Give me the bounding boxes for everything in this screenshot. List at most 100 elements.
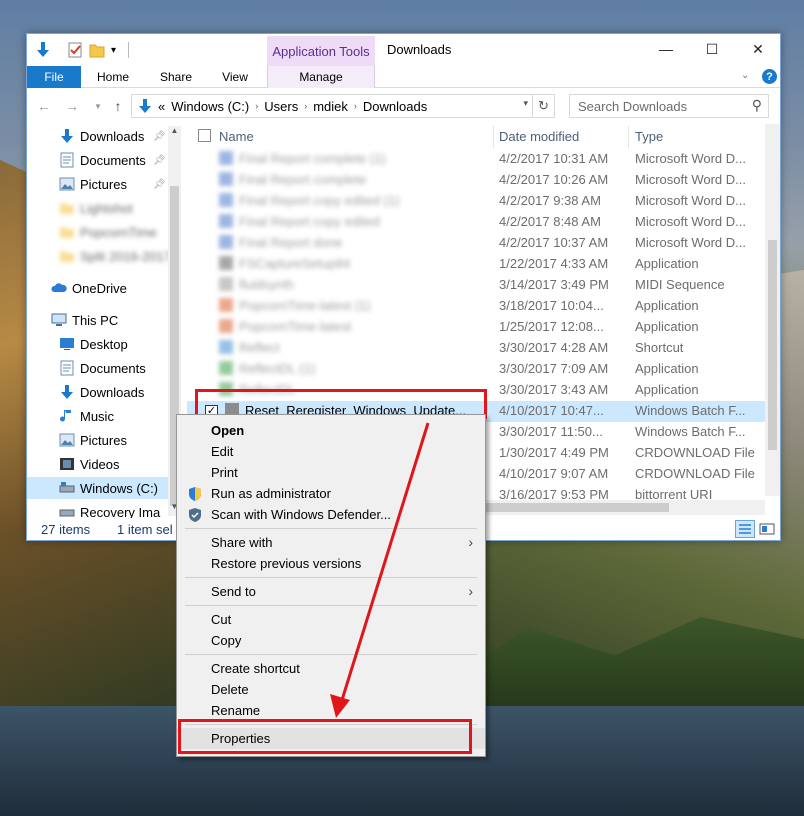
expand-ribbon-icon[interactable]: ⌄ xyxy=(741,70,749,81)
file-icon xyxy=(219,361,233,375)
file-row[interactable]: PopcornTime-latest (1) 3/18/2017 10:04...… xyxy=(187,296,767,317)
file-row[interactable]: ReflectDL (1) 3/30/2017 7:09 AM Applicatio… xyxy=(187,359,767,380)
file-name: Final Report complete xyxy=(219,172,366,187)
downloads-location-icon xyxy=(139,99,151,113)
close-button[interactable]: ✕ xyxy=(735,34,781,64)
customize-toolbar-icon[interactable]: ▾ xyxy=(111,41,116,59)
menu-open[interactable]: Open xyxy=(177,420,485,441)
breadcrumb-separator-icon[interactable]: › xyxy=(304,101,307,111)
breadcrumb-windows-c[interactable]: Windows (C:) xyxy=(171,99,249,114)
menu-copy[interactable]: Copy xyxy=(177,630,485,651)
pin-icon[interactable]: 📌︎ xyxy=(153,155,166,166)
properties-quick-icon[interactable] xyxy=(67,41,83,59)
file-row[interactable]: Reflect 3/30/2017 4:28 AM Shortcut xyxy=(187,338,767,359)
nav-pc-desktop[interactable]: Desktop xyxy=(27,333,181,355)
nav-quick-downloads[interactable]: Downloads 📌︎ xyxy=(27,125,181,147)
address-bar[interactable]: « Windows (C:) › Users › mdiek › Downloa… xyxy=(131,94,555,118)
column-divider[interactable] xyxy=(493,126,494,148)
breadcrumb-separator-icon[interactable]: › xyxy=(255,101,258,111)
column-header-date[interactable]: Date modified xyxy=(499,124,579,148)
search-input[interactable]: Search Downloads ⚲ xyxy=(569,94,769,118)
file-list-scrollbar[interactable] xyxy=(765,124,780,496)
nav-pc-windows-c[interactable]: Windows (C:) xyxy=(27,477,181,499)
tab-manage[interactable]: Manage xyxy=(267,66,375,88)
pin-icon[interactable]: 📌︎ xyxy=(153,179,166,190)
new-folder-quick-icon[interactable] xyxy=(89,41,105,59)
details-view-icon[interactable] xyxy=(735,520,755,538)
nav-quick-documents[interactable]: Documents 📌︎ xyxy=(27,149,181,171)
nav-pc-recovery[interactable]: Recovery Ima xyxy=(27,501,181,518)
pin-icon[interactable]: 📌︎ xyxy=(153,131,166,142)
address-dropdown-icon[interactable]: ▾ xyxy=(523,98,528,109)
file-type: Application xyxy=(635,298,699,313)
search-icon[interactable]: ⚲ xyxy=(752,97,762,114)
nav-pc-pictures[interactable]: Pictures xyxy=(27,429,181,451)
menu-create-shortcut[interactable]: Create shortcut xyxy=(177,658,485,679)
menu-send-to[interactable]: Send to › xyxy=(177,581,485,602)
nav-pc-music[interactable]: Music xyxy=(27,405,181,427)
help-icon[interactable]: ? xyxy=(762,69,777,84)
scroll-up-icon[interactable]: ▲ xyxy=(168,126,181,140)
menu-run-as-admin[interactable]: Run as administrator xyxy=(177,483,485,504)
back-arrow-icon[interactable]: ← xyxy=(35,96,53,116)
menu-edit[interactable]: Edit xyxy=(177,441,485,462)
breadcrumb-separator-icon[interactable]: › xyxy=(354,101,357,111)
file-row[interactable]: Final Report complete (1) 4/2/2017 10:31 … xyxy=(187,149,767,170)
nav-label: Videos xyxy=(80,456,120,472)
tab-home[interactable]: Home xyxy=(85,66,141,88)
nav-onedrive[interactable]: OneDrive xyxy=(27,277,181,299)
nav-quick-pictures[interactable]: Pictures 📌︎ xyxy=(27,173,181,195)
file-row[interactable]: fluidsynth 3/14/2017 3:49 PM MIDI Sequence xyxy=(187,275,767,296)
tab-file[interactable]: File xyxy=(27,66,81,88)
file-row[interactable]: Final Report copy edited 4/2/2017 8:48 AM… xyxy=(187,212,767,233)
nav-label: Documents xyxy=(80,152,146,168)
menu-share-with[interactable]: Share with › xyxy=(177,532,485,553)
nav-quick-lightshot[interactable]: Lightshot xyxy=(27,197,181,219)
navigation-pane: Downloads 📌︎ Documents 📌︎ Pictures 📌︎ Li… xyxy=(27,124,181,518)
file-row[interactable]: Final Report complete 4/2/2017 10:26 AM Mi… xyxy=(187,170,767,191)
column-header-type[interactable]: Type xyxy=(635,124,663,148)
file-row[interactable]: Final Report done 4/2/2017 10:37 AM Micros… xyxy=(187,233,767,254)
file-scroll-thumb[interactable] xyxy=(768,240,777,450)
menu-scan-defender[interactable]: Scan with Windows Defender... xyxy=(177,504,485,525)
menu-print[interactable]: Print xyxy=(177,462,485,483)
refresh-icon[interactable]: ↻ xyxy=(532,95,554,117)
selection-count: 1 item sel xyxy=(117,522,173,537)
column-divider[interactable] xyxy=(628,126,629,148)
context-menu: Open Edit Print Run as administrator Sca… xyxy=(176,414,486,757)
file-row[interactable]: FSCaptureSetup84 1/22/2017 4:33 AM Applica… xyxy=(187,254,767,275)
tab-view[interactable]: View xyxy=(211,66,259,88)
maximize-button[interactable]: ☐ xyxy=(689,34,735,64)
file-row[interactable]: Final Report copy edited (1) 4/2/2017 9:3… xyxy=(187,191,767,212)
nav-quick-split[interactable]: Split 2016-2017 xyxy=(27,245,181,267)
file-name: Final Report complete (1) xyxy=(219,151,386,166)
recent-locations-icon[interactable]: ▼ xyxy=(89,96,107,116)
documents-icon xyxy=(59,360,75,376)
tab-share[interactable]: Share xyxy=(149,66,203,88)
column-header-name[interactable]: Name xyxy=(219,124,254,148)
up-arrow-icon[interactable]: ↑ xyxy=(109,96,127,116)
file-type: Shortcut xyxy=(635,340,684,355)
file-date: 3/30/2017 3:43 AM xyxy=(499,382,609,397)
computer-icon xyxy=(51,312,67,328)
forward-arrow-icon[interactable]: → xyxy=(63,96,81,116)
breadcrumb-mdiek[interactable]: mdiek xyxy=(313,99,348,114)
nav-pc-documents[interactable]: Documents xyxy=(27,357,181,379)
breadcrumb-downloads[interactable]: Downloads xyxy=(363,99,427,114)
large-icons-view-icon[interactable] xyxy=(758,520,776,538)
minimize-button[interactable]: — xyxy=(643,34,689,64)
breadcrumb-users[interactable]: Users xyxy=(264,99,298,114)
menu-cut[interactable]: Cut xyxy=(177,609,485,630)
nav-quick-popcorntime[interactable]: PopcornTime xyxy=(27,221,181,243)
file-row[interactable]: PopcornTime-latest 1/25/2017 12:08... Appl… xyxy=(187,317,767,338)
nav-pc-downloads[interactable]: Downloads xyxy=(27,381,181,403)
nav-pc-videos[interactable]: Videos xyxy=(27,453,181,475)
menu-delete[interactable]: Delete xyxy=(177,679,485,700)
address-overflow[interactable]: « xyxy=(158,99,165,114)
nav-label: Downloads xyxy=(80,384,145,400)
title-bar: ▾ Application Tools Downloads — ☐ ✕ xyxy=(27,34,780,66)
menu-rename[interactable]: Rename xyxy=(177,700,485,721)
select-all-checkbox[interactable] xyxy=(198,129,211,142)
nav-this-pc[interactable]: This PC xyxy=(27,309,181,331)
menu-restore-previous[interactable]: Restore previous versions xyxy=(177,553,485,574)
